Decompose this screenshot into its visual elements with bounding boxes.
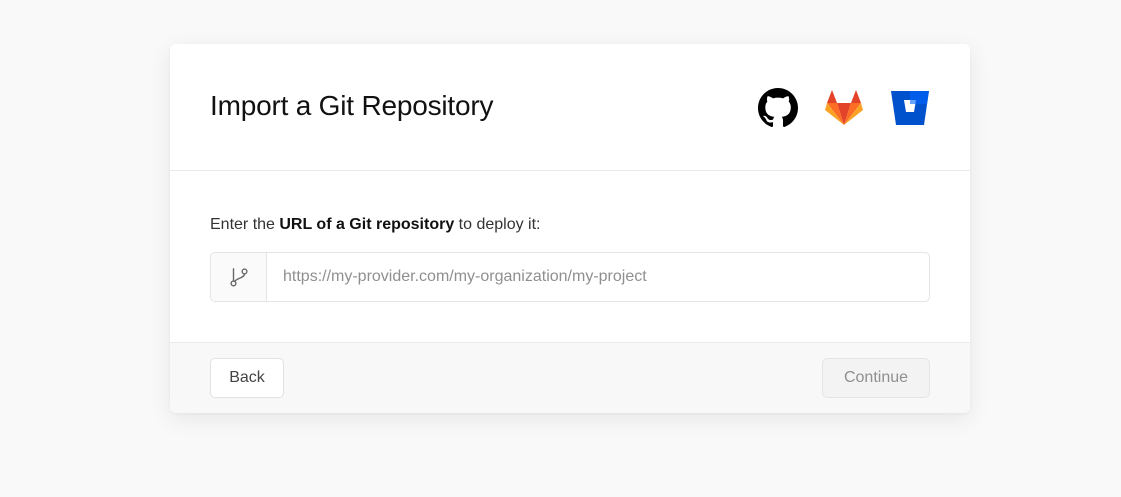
github-icon[interactable] bbox=[758, 88, 798, 128]
url-prefix bbox=[211, 253, 267, 301]
continue-button[interactable]: Continue bbox=[822, 358, 930, 398]
repository-url-field bbox=[210, 252, 930, 302]
provider-icons bbox=[758, 87, 930, 129]
prompt-text-after: to deploy it: bbox=[454, 216, 541, 233]
git-branch-icon bbox=[229, 268, 248, 287]
card-header: Import a Git Repository bbox=[170, 44, 970, 171]
bitbucket-icon[interactable] bbox=[890, 88, 930, 128]
prompt-text-bold: URL of a Git repository bbox=[279, 216, 455, 233]
card-footer: Back Continue bbox=[170, 342, 970, 413]
back-button[interactable]: Back bbox=[210, 358, 284, 398]
page-title: Import a Git Repository bbox=[210, 90, 494, 121]
card-body: Enter the URL of a Git repository to dep… bbox=[170, 171, 970, 342]
import-git-card: Import a Git Repository Enter the URL of… bbox=[170, 44, 970, 413]
gitlab-icon[interactable] bbox=[824, 88, 864, 128]
url-prompt: Enter the URL of a Git repository to dep… bbox=[210, 215, 541, 235]
repository-url-input[interactable] bbox=[267, 253, 929, 301]
prompt-text-before: Enter the bbox=[210, 216, 280, 233]
